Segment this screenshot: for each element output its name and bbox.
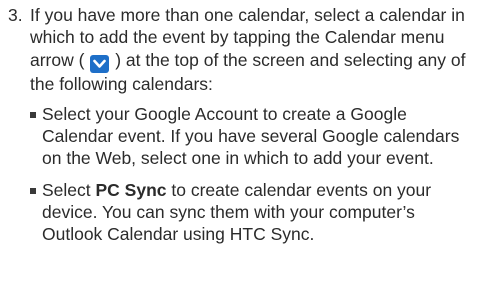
bullet-prefix: Select bbox=[42, 179, 96, 200]
bullet-marker bbox=[30, 187, 36, 194]
bullet-text-google-account: Select your Google Account to create a G… bbox=[42, 103, 460, 169]
list-item: Select your Google Account to create a G… bbox=[30, 103, 476, 170]
step-text: If you have more than one calendar, sele… bbox=[30, 4, 476, 95]
step-3: 3. If you have more than one calendar, s… bbox=[8, 4, 476, 95]
list-item: Select PC Sync to create calendar events… bbox=[30, 179, 476, 246]
bullet-marker bbox=[30, 111, 36, 118]
pc-sync-label: PC Sync bbox=[95, 179, 167, 200]
chevron-down-icon bbox=[90, 54, 110, 73]
bullet-text-pc-sync: Select PC Sync to create calendar events… bbox=[42, 179, 476, 246]
step-number: 3. bbox=[8, 5, 23, 25]
document-page: 3. If you have more than one calendar, s… bbox=[0, 0, 484, 303]
calendar-options-list: Select your Google Account to create a G… bbox=[30, 103, 476, 246]
